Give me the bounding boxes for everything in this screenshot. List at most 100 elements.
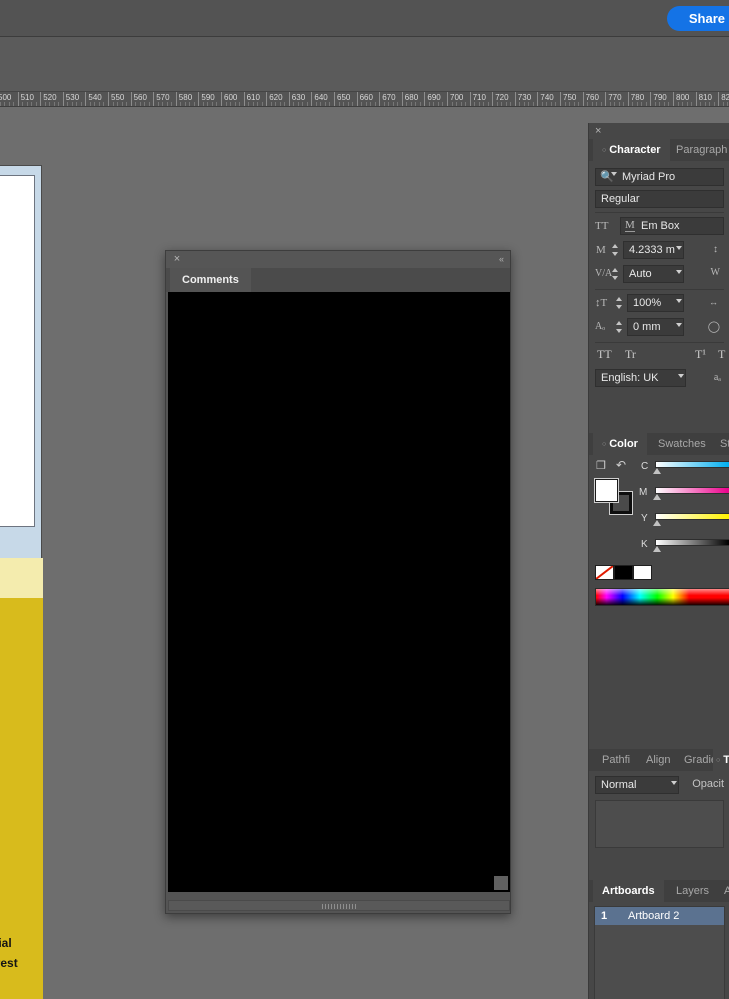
- vertical-scale-row[interactable]: ↕T 100% ↔: [595, 294, 724, 314]
- baseline-shift-dropdown-icon[interactable]: [676, 323, 682, 327]
- em-box-row[interactable]: TT Em Box M: [595, 217, 724, 237]
- font-family-field[interactable]: Myriad Pro: [595, 168, 724, 186]
- color-spectrum-bar[interactable]: [595, 588, 729, 606]
- vertical-scale-dropdown-icon[interactable]: [676, 299, 682, 303]
- tab-layers[interactable]: Layers: [667, 880, 718, 902]
- artboard-name[interactable]: Artboard 2: [628, 907, 679, 925]
- tab-align[interactable]: Align: [637, 749, 673, 771]
- superscript-icon[interactable]: T¹: [695, 347, 706, 362]
- kerning-dropdown-icon[interactable]: [676, 270, 682, 274]
- all-caps-icon[interactable]: TT: [597, 347, 612, 362]
- font-size-stepper[interactable]: [611, 241, 620, 259]
- blend-mode-row[interactable]: Normal Opacit: [595, 776, 724, 796]
- kerning-field[interactable]: Auto: [623, 265, 684, 283]
- artboard-artwork[interactable]: pt e ecial terest: [0, 165, 43, 999]
- ruler-subtick: [668, 102, 670, 106]
- font-size-field[interactable]: 4.2333 m: [623, 241, 684, 259]
- undo-arrow-icon[interactable]: ↶: [616, 458, 626, 472]
- share-button[interactable]: Share: [666, 6, 729, 31]
- tab-paragraph[interactable]: Paragraph: [667, 139, 729, 161]
- baseline-shift-stepper[interactable]: [615, 318, 624, 336]
- artboards-list[interactable]: 1 Artboard 2: [594, 906, 725, 999]
- language-field[interactable]: English: UK: [595, 369, 686, 387]
- artboards-panel-tabs: Artboards Layers Ap: [589, 880, 729, 902]
- tab-gradient[interactable]: Gradie: [675, 749, 713, 771]
- ruler-subtick: [370, 102, 372, 106]
- horizontal-scale-icon[interactable]: ↔: [709, 297, 718, 307]
- slider-thumb-m[interactable]: [653, 494, 661, 500]
- vertical-arrows-icon[interactable]: ↕: [713, 244, 718, 255]
- resize-grip-icon[interactable]: [494, 876, 508, 890]
- ruler-subtick: [496, 102, 498, 106]
- tab-appearance[interactable]: Ap: [715, 880, 729, 902]
- fill-color-swatch[interactable]: [595, 479, 618, 502]
- font-family-row[interactable]: Myriad Pro 🔍: [595, 168, 724, 186]
- panel-menu-dot-icon: ○: [602, 147, 607, 154]
- comments-window[interactable]: × « Comments: [165, 250, 511, 914]
- slider-track-y[interactable]: [655, 513, 729, 520]
- slider-track-c[interactable]: [655, 461, 729, 468]
- tab-stroke[interactable]: Str: [711, 433, 729, 455]
- swatch-none[interactable]: [595, 565, 614, 580]
- language-dropdown-icon[interactable]: [678, 374, 684, 378]
- vertical-scale-stepper[interactable]: [615, 294, 624, 312]
- blend-mode-field[interactable]: Normal: [595, 776, 679, 794]
- ruler-subtick: [49, 102, 51, 106]
- transparency-thumbnail-box[interactable]: [595, 800, 724, 848]
- comments-window-titlebar[interactable]: × «: [166, 251, 510, 268]
- rotation-icon[interactable]: ◯: [708, 320, 720, 333]
- dock-close-icon[interactable]: ×: [595, 125, 601, 137]
- slider-track-m[interactable]: [655, 487, 729, 494]
- swatch-white[interactable]: [633, 565, 652, 580]
- chevron-down-icon[interactable]: [611, 172, 617, 176]
- anti-alias-icon[interactable]: aₐ: [714, 372, 721, 383]
- tracking-icon[interactable]: W: [711, 267, 720, 278]
- comments-window-content[interactable]: [168, 292, 510, 892]
- right-panel-dock: × ○ Character Paragraph Myriad Pro 🔍 Regu…: [588, 123, 729, 999]
- tab-swatches[interactable]: Swatches: [649, 433, 715, 455]
- em-box-field[interactable]: Em Box: [620, 217, 724, 235]
- kerning-stepper[interactable]: [611, 265, 620, 283]
- tab-color[interactable]: ○ Color: [593, 433, 647, 455]
- ruler-subtick: [483, 102, 485, 106]
- ruler-subtick: [600, 102, 602, 106]
- ruler-subtick: [58, 102, 60, 106]
- language-row[interactable]: English: UK aₐ: [595, 369, 724, 389]
- table-row[interactable]: 1 Artboard 2: [595, 907, 724, 925]
- ruler-subtick: [343, 102, 345, 106]
- vertical-scale-field[interactable]: 100%: [627, 294, 684, 312]
- ruler-subtick: [532, 102, 534, 106]
- ruler-subtick: [89, 102, 91, 106]
- blend-mode-dropdown-icon[interactable]: [671, 781, 677, 785]
- drag-handle-icon[interactable]: [322, 904, 356, 909]
- kerning-row[interactable]: V/A Auto W: [595, 265, 724, 285]
- font-style-row[interactable]: Regular: [595, 190, 724, 208]
- fill-stroke-swap-icon[interactable]: ❐: [596, 459, 606, 472]
- slider-track-k[interactable]: [655, 539, 729, 546]
- font-size-row[interactable]: M 4.2333 m ↕: [595, 241, 724, 261]
- close-icon[interactable]: ×: [171, 252, 183, 266]
- transparency-panel-tabs: Pathfi Align Gradie ○Tr: [589, 749, 729, 771]
- ruler-subtick: [406, 102, 408, 106]
- tab-character[interactable]: ○ Character: [593, 139, 670, 161]
- tab-artboards[interactable]: Artboards: [593, 880, 664, 902]
- tab-transparency[interactable]: ○Tr: [713, 749, 729, 771]
- font-size-dropdown-icon[interactable]: [676, 246, 682, 250]
- subscript-icon[interactable]: T: [718, 347, 725, 362]
- slider-thumb-c[interactable]: [653, 468, 661, 474]
- character-style-buttons: TT Tr T¹ T: [595, 347, 725, 367]
- tab-pathfinder[interactable]: Pathfi: [593, 749, 635, 771]
- font-style-field[interactable]: Regular: [595, 190, 724, 208]
- swatch-black[interactable]: [614, 565, 633, 580]
- ruler-subtick: [722, 102, 724, 106]
- comments-window-footer[interactable]: [168, 900, 510, 911]
- ruler-subtick: [709, 102, 711, 106]
- collapse-icon[interactable]: «: [499, 253, 504, 265]
- horizontal-ruler[interactable]: 5005105205305405505605705805906006106206…: [0, 92, 729, 107]
- slider-thumb-k[interactable]: [653, 546, 661, 552]
- tab-comments[interactable]: Comments: [170, 268, 251, 292]
- baseline-shift-row[interactable]: Aₒ 0 mm ◯: [595, 318, 724, 338]
- baseline-shift-field[interactable]: 0 mm: [627, 318, 684, 336]
- small-caps-icon[interactable]: Tr: [625, 347, 636, 362]
- slider-thumb-y[interactable]: [653, 520, 661, 526]
